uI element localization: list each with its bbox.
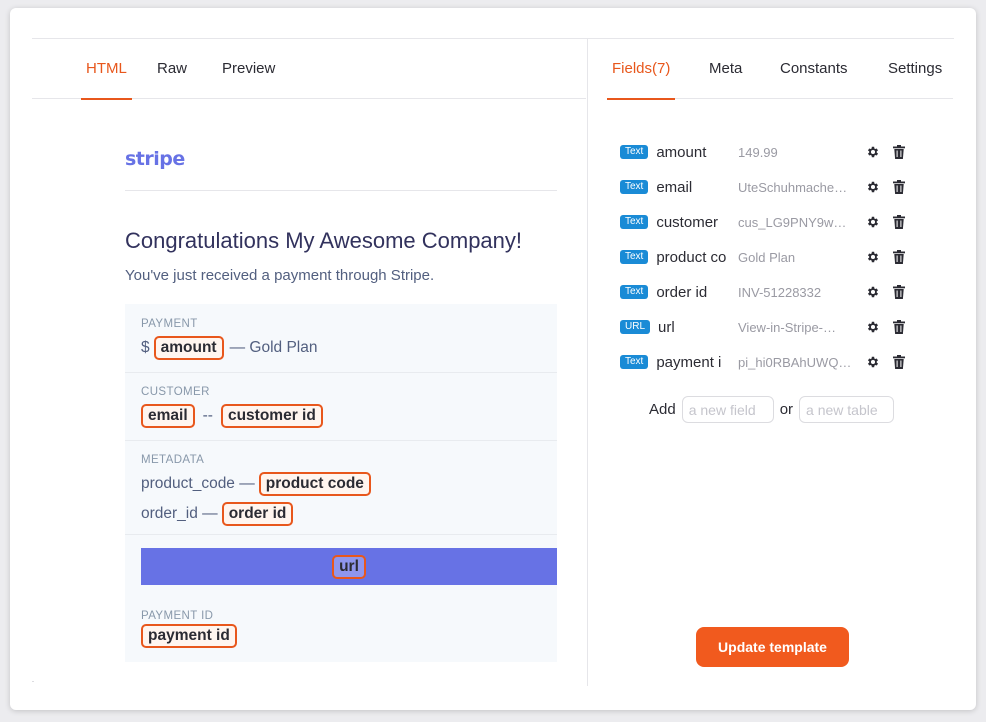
customer-line: email -- customer id xyxy=(141,404,323,428)
order-id-placeholder-chip[interactable]: order id xyxy=(221,502,294,526)
field-value: pi_hi0RBAhUWQ… xyxy=(738,354,852,370)
field-row: Text amount 149.99 xyxy=(620,141,920,163)
tab-constants[interactable]: Constants xyxy=(780,39,848,99)
field-row: Text product co Gold Plan xyxy=(620,246,920,268)
payment-id-placeholder-chip[interactable]: payment id xyxy=(141,624,237,648)
field-type-badge: Text xyxy=(620,285,649,299)
trash-icon[interactable] xyxy=(892,285,906,299)
field-name[interactable]: email xyxy=(656,179,733,196)
tab-preview[interactable]: Preview xyxy=(222,39,275,99)
email-placeholder-chip[interactable]: email xyxy=(141,404,195,428)
customer-id-placeholder-chip[interactable]: customer id xyxy=(220,404,323,428)
product-code-placeholder-chip[interactable]: product code xyxy=(258,472,371,496)
add-row: Add or xyxy=(649,396,895,423)
trash-icon[interactable] xyxy=(892,355,906,369)
field-type-badge: Text xyxy=(620,215,649,229)
left-tab-bar: HTML Raw Preview xyxy=(32,39,586,100)
field-type-badge: Text xyxy=(620,145,649,159)
trash-icon[interactable] xyxy=(892,145,906,159)
section-divider xyxy=(125,534,557,535)
field-row: Text order id INV-51228332 xyxy=(620,281,920,303)
tab-settings[interactable]: Settings xyxy=(888,39,942,99)
metadata-label: METADATA xyxy=(141,454,205,466)
update-template-button[interactable]: Update template xyxy=(696,627,849,667)
add-or-label: or xyxy=(779,401,794,418)
new-field-input[interactable] xyxy=(681,396,774,423)
field-value: INV-51228332 xyxy=(738,284,822,300)
field-name[interactable]: product co xyxy=(656,249,733,266)
field-type-badge: URL xyxy=(620,320,651,334)
gear-icon[interactable] xyxy=(866,320,880,334)
new-table-input[interactable] xyxy=(799,396,895,423)
customer-label: CUSTOMER xyxy=(141,386,210,398)
template-editor-card: HTML Raw Preview Fields(7) Meta Constant… xyxy=(10,8,976,710)
field-row: URL url View-in-Stripe-… xyxy=(620,316,920,338)
gear-icon[interactable] xyxy=(866,285,880,299)
metadata-section: METADATA product_code — product code ord… xyxy=(141,454,371,526)
gear-icon[interactable] xyxy=(866,355,880,369)
gear-icon[interactable] xyxy=(866,145,880,159)
tab-html[interactable]: HTML xyxy=(81,39,132,100)
trash-icon[interactable] xyxy=(892,215,906,229)
field-row: Text payment i pi_hi0RBAhUWQ… xyxy=(620,351,920,373)
field-type-badge: Text xyxy=(620,355,649,369)
payment-label: PAYMENT xyxy=(141,318,198,330)
field-value: View-in-Stripe-… xyxy=(738,319,837,335)
field-value: 149.99 xyxy=(738,144,778,160)
gear-icon[interactable] xyxy=(866,180,880,194)
product-code-line: product_code — product code xyxy=(141,472,371,496)
trash-icon[interactable] xyxy=(892,180,906,194)
tab-fields[interactable]: Fields(7) xyxy=(606,39,676,100)
field-type-badge: Text xyxy=(620,250,649,264)
field-name[interactable]: customer xyxy=(656,214,733,231)
order-id-prefix: order_id — xyxy=(141,505,218,522)
tab-meta[interactable]: Meta xyxy=(709,39,742,99)
payment-id-section: PAYMENT ID payment id xyxy=(141,610,237,648)
right-tab-bar: Fields(7) Meta Constants Settings xyxy=(606,39,953,100)
field-name[interactable]: payment i xyxy=(656,354,733,371)
payment-id-label: PAYMENT ID xyxy=(141,610,214,622)
field-type-badge: Text xyxy=(620,180,649,194)
plan-text: — Gold Plan xyxy=(229,339,318,356)
gear-icon[interactable] xyxy=(866,250,880,264)
tab-raw[interactable]: Raw xyxy=(157,39,187,99)
stripe-logo: stripe xyxy=(125,148,185,170)
logo-divider xyxy=(125,190,557,191)
field-value: cus_LG9PNY9w… xyxy=(738,214,847,230)
currency-symbol: $ xyxy=(141,339,150,356)
corner-mark xyxy=(32,681,34,682)
field-value: Gold Plan xyxy=(738,249,796,265)
gear-icon[interactable] xyxy=(866,215,880,229)
email-heading: Congratulations My Awesome Company! xyxy=(125,228,523,253)
add-label: Add xyxy=(649,401,676,418)
url-placeholder-chip[interactable]: url xyxy=(332,554,366,579)
field-name[interactable]: url xyxy=(658,319,738,336)
amount-placeholder-chip[interactable]: amount xyxy=(153,336,224,360)
payment-line: $ amount — Gold Plan xyxy=(141,336,317,360)
email-subheading: You've just received a payment through S… xyxy=(125,267,435,284)
payment-id-line: payment id xyxy=(141,624,237,648)
customer-separator: -- xyxy=(202,407,213,424)
product-code-prefix: product_code — xyxy=(141,475,255,492)
payment-section: PAYMENT $ amount — Gold Plan xyxy=(141,318,317,360)
field-name[interactable]: amount xyxy=(656,144,733,161)
customer-section: CUSTOMER email -- customer id xyxy=(141,386,323,428)
field-value: UteSchuhmache… xyxy=(738,179,848,195)
section-divider xyxy=(125,372,557,373)
trash-icon[interactable] xyxy=(892,250,906,264)
field-name[interactable]: order id xyxy=(656,284,733,301)
trash-icon[interactable] xyxy=(892,320,906,334)
field-row: Text customer cus_LG9PNY9w… xyxy=(620,211,920,233)
view-in-stripe-button[interactable]: url xyxy=(141,548,557,585)
section-divider xyxy=(125,440,557,441)
email-details-box: PAYMENT $ amount — Gold Plan CUSTOMER em… xyxy=(125,304,557,662)
pane-divider xyxy=(587,39,588,686)
order-id-line: order_id — order id xyxy=(141,502,371,526)
field-row: Text email UteSchuhmache… xyxy=(620,176,920,198)
